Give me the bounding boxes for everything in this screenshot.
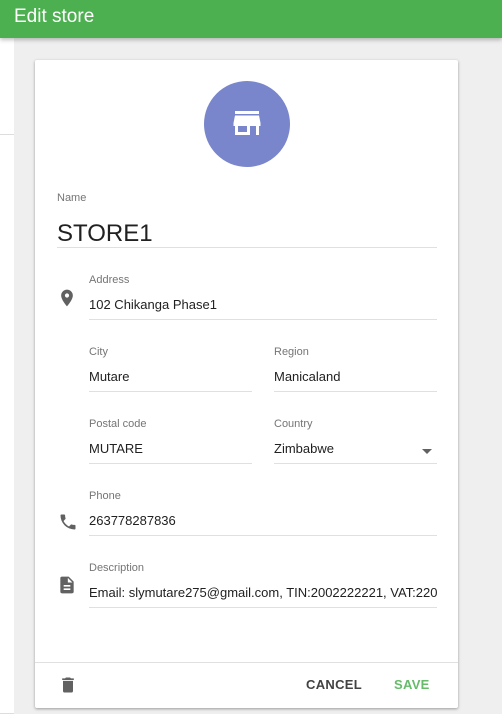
- save-button[interactable]: SAVE: [394, 677, 430, 693]
- trash-icon[interactable]: [58, 674, 78, 696]
- description-input[interactable]: Email: slymutare275@gmail.com, TIN:20022…: [89, 585, 437, 601]
- background-panel: [0, 38, 14, 714]
- region-input[interactable]: Manicaland: [274, 369, 437, 385]
- postal-code-label: Postal code: [89, 418, 147, 430]
- city-label: City: [89, 346, 108, 358]
- address-underline: [89, 319, 437, 320]
- postal-code-underline: [89, 463, 252, 464]
- address-label: Address: [89, 274, 130, 286]
- cancel-button[interactable]: CANCEL: [306, 677, 362, 693]
- phone-icon: [60, 514, 76, 530]
- description-label: Description: [89, 562, 145, 574]
- document-icon: [60, 576, 74, 594]
- city-underline: [89, 391, 252, 392]
- chevron-down-icon[interactable]: [422, 449, 432, 454]
- edit-store-dialog: Name STORE1 Address 102 Chikanga Phase1 …: [35, 60, 458, 708]
- name-input[interactable]: STORE1: [57, 220, 153, 248]
- phone-underline: [89, 535, 437, 536]
- phone-input[interactable]: 263778287836: [89, 513, 437, 529]
- store-avatar: [204, 81, 290, 167]
- store-icon: [233, 111, 261, 135]
- location-pin-icon: [61, 289, 73, 307]
- divider: [0, 134, 14, 135]
- description-underline: [89, 607, 437, 608]
- city-input[interactable]: Mutare: [89, 369, 252, 385]
- page-title: Edit store: [14, 6, 95, 27]
- country-select[interactable]: Zimbabwe: [274, 441, 414, 457]
- address-input[interactable]: 102 Chikanga Phase1: [89, 297, 437, 313]
- app-bar: Edit store: [0, 0, 502, 38]
- footer-divider: [35, 662, 458, 663]
- region-label: Region: [274, 346, 309, 358]
- country-label: Country: [274, 418, 313, 430]
- name-label: Name: [57, 192, 87, 204]
- postal-code-input[interactable]: MUTARE: [89, 441, 252, 457]
- name-underline: [57, 247, 437, 248]
- region-underline: [274, 391, 437, 392]
- phone-label: Phone: [89, 490, 121, 502]
- country-underline: [274, 463, 437, 464]
